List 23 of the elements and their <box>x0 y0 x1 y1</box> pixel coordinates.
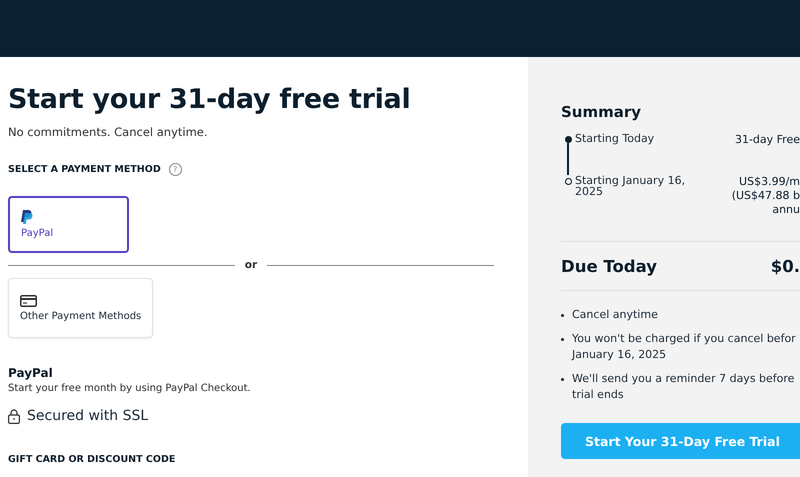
timeline-label: Starting Today <box>575 133 656 147</box>
security-note: Secured with SSL <box>27 408 148 424</box>
timeline-value: annu <box>772 203 800 217</box>
timeline-value: US$3.99/m <box>739 175 800 189</box>
subtitle: No commitments. Cancel anytime. <box>8 125 209 139</box>
payment-method-option[interactable]: Other Payment Methods <box>8 278 154 338</box>
bullet-text: We'll send you a reminder 7 days before trial ends <box>572 371 794 403</box>
method-heading: PayPal <box>8 366 54 380</box>
due-label: Due Today <box>561 257 657 276</box>
bullet-text: You won't be charged if you cancel befor January 16, 2025 <box>572 331 796 363</box>
divider-label: or <box>244 259 258 271</box>
section-label: GIFT CARD OR DISCOUNT CODE <box>8 454 176 465</box>
help-icon[interactable]: ? <box>168 163 182 176</box>
summary-title: Summary <box>561 103 642 121</box>
bullet-text: Cancel anytime <box>572 307 658 323</box>
page-title: Start your 31-day free trial <box>8 83 412 117</box>
method-description: Start your free month by using PayPal Checkout. <box>8 383 252 394</box>
due-amount: $0. <box>770 257 800 276</box>
timeline-label: Starting January 16, 2025 <box>575 175 686 200</box>
payment-method-option[interactable]: PayPal <box>8 196 129 253</box>
section-label: SELECT A PAYMENT METHOD <box>8 164 161 175</box>
timeline-value: (US$47.88 b <box>732 189 800 203</box>
timeline-value: 31-day Free <box>734 133 800 147</box>
